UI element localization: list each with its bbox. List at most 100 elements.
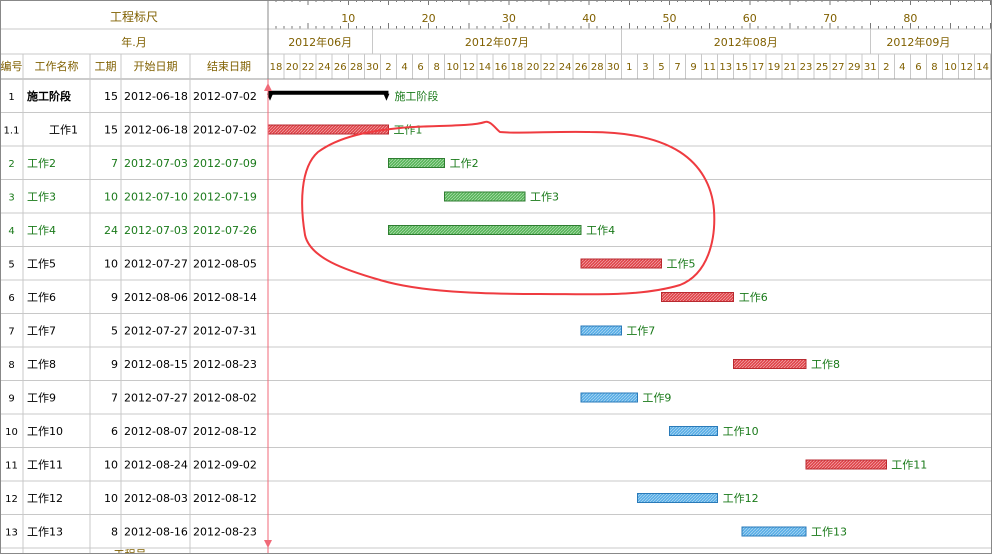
task-end: 2012-08-14 <box>193 291 257 304</box>
task-name: 工作7 <box>27 324 56 337</box>
year-month-label: 年.月 <box>121 35 147 49</box>
day-number: 6 <box>915 62 921 73</box>
task-bar <box>580 325 622 336</box>
task-duration: 15 <box>104 90 118 103</box>
day-number: 2 <box>385 62 391 73</box>
task-id: 13 <box>5 527 18 538</box>
day-number: 20 <box>286 62 299 73</box>
day-number: 30 <box>366 62 379 73</box>
day-number: 14 <box>478 62 491 73</box>
day-number: 5 <box>658 62 664 73</box>
hand-drawn-annotation <box>301 120 716 296</box>
task-duration: 10 <box>104 257 118 270</box>
bar-label: 工作4 <box>586 224 615 237</box>
day-number: 22 <box>543 62 556 73</box>
task-start: 2012-07-27 <box>124 257 188 270</box>
month-label: 2012年08月 <box>714 35 778 49</box>
bar-label: 工作7 <box>626 324 655 337</box>
bar-label: 施工阶段 <box>394 89 438 103</box>
task-end: 2012-07-26 <box>193 224 257 237</box>
day-number: 18 <box>270 62 283 73</box>
task-start: 2012-06-18 <box>124 90 188 103</box>
task-end: 2012-08-12 <box>193 425 257 438</box>
day-number: 12 <box>960 62 973 73</box>
bar-label: 工作2 <box>450 157 479 170</box>
task-bar <box>741 526 807 537</box>
task-duration: 10 <box>104 492 118 505</box>
day-number: 20 <box>527 62 540 73</box>
ruler-number: 60 <box>743 12 757 25</box>
task-id: 11 <box>5 460 18 471</box>
task-bar <box>580 392 638 403</box>
day-number: 4 <box>401 62 407 73</box>
task-id: 1 <box>8 92 14 103</box>
task-name: 工作4 <box>27 224 56 237</box>
column-header: 编号 <box>1 59 23 73</box>
task-id: 10 <box>5 427 18 438</box>
status-line-arrow <box>264 540 272 548</box>
task-bar <box>636 492 719 503</box>
task-start: 2012-07-27 <box>124 324 188 337</box>
task-id: 9 <box>8 393 14 404</box>
task-duration: 8 <box>111 525 118 538</box>
day-number: 29 <box>848 62 861 73</box>
bar-label: 工作1 <box>393 123 422 136</box>
task-duration: 9 <box>111 358 118 371</box>
task-name: 工作1 <box>49 123 78 136</box>
day-number: 21 <box>784 62 797 73</box>
gantt-chart: 工程标尺 10 20 30 40 50 60 70 80 年.月 2012年06月 2012年07月 2… <box>0 0 992 554</box>
task-end: 2012-07-02 <box>193 123 257 136</box>
bar-label: 工作5 <box>666 257 695 270</box>
month-label: 2012年06月 <box>288 35 352 49</box>
day-number: 17 <box>751 62 764 73</box>
task-start: 2012-07-27 <box>124 391 188 404</box>
task-bar <box>669 425 719 436</box>
task-id: 6 <box>8 293 14 304</box>
task-end: 2012-07-02 <box>193 90 257 103</box>
bar-label: 工作13 <box>811 525 847 538</box>
task-end: 2012-07-19 <box>193 190 257 203</box>
task-id: 3 <box>8 192 14 203</box>
day-number: 15 <box>735 62 748 73</box>
day-number: 8 <box>433 62 439 73</box>
task-id: 7 <box>8 326 14 337</box>
task-duration: 15 <box>104 123 118 136</box>
day-number: 8 <box>931 62 937 73</box>
task-name: 工作8 <box>27 358 56 371</box>
ruler-number: 40 <box>582 12 596 25</box>
day-number: 12 <box>462 62 475 73</box>
task-bar <box>444 191 526 202</box>
day-number: 7 <box>674 62 680 73</box>
day-number: 23 <box>800 62 813 73</box>
task-id: 1.1 <box>4 125 20 136</box>
task-duration: 24 <box>104 224 118 237</box>
bar-label: 工作9 <box>642 391 671 404</box>
task-end: 2012-08-05 <box>193 257 257 270</box>
day-number: 22 <box>302 62 315 73</box>
task-bar <box>660 291 735 302</box>
task-duration: 5 <box>111 324 118 337</box>
task-start: 2012-07-03 <box>124 224 188 237</box>
task-start: 2012-08-07 <box>124 425 188 438</box>
task-name: 施工阶段 <box>27 89 71 103</box>
summary-bar-end <box>383 93 390 101</box>
task-bar <box>387 157 446 168</box>
task-name: 工作10 <box>27 425 63 438</box>
task-end: 2012-08-23 <box>193 525 257 538</box>
task-start: 2012-08-16 <box>124 525 188 538</box>
bar-label: 工作10 <box>723 425 759 438</box>
day-number: 6 <box>417 62 423 73</box>
column-header: 结束日期 <box>207 60 251 73</box>
task-id: 2 <box>8 159 14 170</box>
task-start: 2012-07-03 <box>124 157 188 170</box>
day-number: 27 <box>832 62 845 73</box>
ruler-number: 30 <box>502 12 516 25</box>
task-start: 2012-06-18 <box>124 123 188 136</box>
task-duration: 10 <box>104 190 118 203</box>
task-bar <box>733 358 807 369</box>
task-end: 2012-08-12 <box>193 492 257 505</box>
task-start: 2012-08-15 <box>124 358 188 371</box>
task-name: 工作3 <box>27 190 56 203</box>
month-label: 2012年09月 <box>886 35 950 49</box>
task-name: 工作12 <box>27 492 63 505</box>
